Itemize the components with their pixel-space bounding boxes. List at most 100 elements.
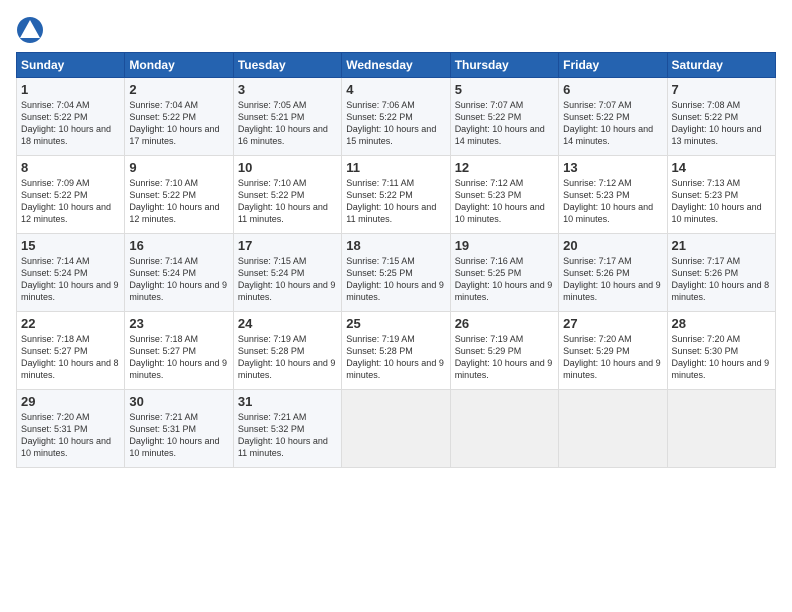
- empty-cell: [559, 390, 667, 468]
- day-number: 20: [563, 238, 662, 253]
- day-number: 4: [346, 82, 445, 97]
- day-info: Sunrise: 7:10 AMSunset: 5:22 PMDaylight:…: [238, 178, 328, 224]
- day-info: Sunrise: 7:04 AMSunset: 5:22 PMDaylight:…: [21, 100, 111, 146]
- day-cell: 3 Sunrise: 7:05 AMSunset: 5:21 PMDayligh…: [233, 78, 341, 156]
- day-info: Sunrise: 7:16 AMSunset: 5:25 PMDaylight:…: [455, 256, 553, 302]
- day-info: Sunrise: 7:18 AMSunset: 5:27 PMDaylight:…: [129, 334, 227, 380]
- day-cell: 14 Sunrise: 7:13 AMSunset: 5:23 PMDaylig…: [667, 156, 775, 234]
- header-row: Sunday Monday Tuesday Wednesday Thursday…: [17, 53, 776, 78]
- calendar-row: 1 Sunrise: 7:04 AMSunset: 5:22 PMDayligh…: [17, 78, 776, 156]
- calendar-body: 1 Sunrise: 7:04 AMSunset: 5:22 PMDayligh…: [17, 78, 776, 468]
- day-number: 12: [455, 160, 554, 175]
- day-info: Sunrise: 7:09 AMSunset: 5:22 PMDaylight:…: [21, 178, 111, 224]
- col-saturday: Saturday: [667, 53, 775, 78]
- calendar-row: 29 Sunrise: 7:20 AMSunset: 5:31 PMDaylig…: [17, 390, 776, 468]
- day-number: 16: [129, 238, 228, 253]
- day-number: 6: [563, 82, 662, 97]
- day-cell: 6 Sunrise: 7:07 AMSunset: 5:22 PMDayligh…: [559, 78, 667, 156]
- day-cell: 25 Sunrise: 7:19 AMSunset: 5:28 PMDaylig…: [342, 312, 450, 390]
- day-cell: 2 Sunrise: 7:04 AMSunset: 5:22 PMDayligh…: [125, 78, 233, 156]
- day-info: Sunrise: 7:04 AMSunset: 5:22 PMDaylight:…: [129, 100, 219, 146]
- day-cell: 4 Sunrise: 7:06 AMSunset: 5:22 PMDayligh…: [342, 78, 450, 156]
- col-friday: Friday: [559, 53, 667, 78]
- day-number: 17: [238, 238, 337, 253]
- day-info: Sunrise: 7:13 AMSunset: 5:23 PMDaylight:…: [672, 178, 762, 224]
- day-number: 18: [346, 238, 445, 253]
- day-cell: 8 Sunrise: 7:09 AMSunset: 5:22 PMDayligh…: [17, 156, 125, 234]
- day-number: 23: [129, 316, 228, 331]
- day-info: Sunrise: 7:20 AMSunset: 5:29 PMDaylight:…: [563, 334, 661, 380]
- day-number: 26: [455, 316, 554, 331]
- day-number: 24: [238, 316, 337, 331]
- day-cell: 5 Sunrise: 7:07 AMSunset: 5:22 PMDayligh…: [450, 78, 558, 156]
- day-cell: 19 Sunrise: 7:16 AMSunset: 5:25 PMDaylig…: [450, 234, 558, 312]
- day-number: 29: [21, 394, 120, 409]
- day-cell: 30 Sunrise: 7:21 AMSunset: 5:31 PMDaylig…: [125, 390, 233, 468]
- day-info: Sunrise: 7:19 AMSunset: 5:29 PMDaylight:…: [455, 334, 553, 380]
- day-info: Sunrise: 7:11 AMSunset: 5:22 PMDaylight:…: [346, 178, 436, 224]
- day-cell: 21 Sunrise: 7:17 AMSunset: 5:26 PMDaylig…: [667, 234, 775, 312]
- day-info: Sunrise: 7:07 AMSunset: 5:22 PMDaylight:…: [563, 100, 653, 146]
- page: Sunday Monday Tuesday Wednesday Thursday…: [0, 0, 792, 612]
- calendar-table: Sunday Monday Tuesday Wednesday Thursday…: [16, 52, 776, 468]
- day-cell: 28 Sunrise: 7:20 AMSunset: 5:30 PMDaylig…: [667, 312, 775, 390]
- day-number: 13: [563, 160, 662, 175]
- logo-icon: [16, 16, 44, 44]
- day-number: 22: [21, 316, 120, 331]
- day-number: 9: [129, 160, 228, 175]
- day-cell: 17 Sunrise: 7:15 AMSunset: 5:24 PMDaylig…: [233, 234, 341, 312]
- day-cell: 15 Sunrise: 7:14 AMSunset: 5:24 PMDaylig…: [17, 234, 125, 312]
- day-number: 5: [455, 82, 554, 97]
- day-info: Sunrise: 7:14 AMSunset: 5:24 PMDaylight:…: [21, 256, 119, 302]
- day-number: 14: [672, 160, 771, 175]
- day-cell: 22 Sunrise: 7:18 AMSunset: 5:27 PMDaylig…: [17, 312, 125, 390]
- calendar-row: 8 Sunrise: 7:09 AMSunset: 5:22 PMDayligh…: [17, 156, 776, 234]
- calendar-row: 22 Sunrise: 7:18 AMSunset: 5:27 PMDaylig…: [17, 312, 776, 390]
- empty-cell: [667, 390, 775, 468]
- day-info: Sunrise: 7:21 AMSunset: 5:31 PMDaylight:…: [129, 412, 219, 458]
- day-info: Sunrise: 7:12 AMSunset: 5:23 PMDaylight:…: [563, 178, 653, 224]
- calendar-row: 15 Sunrise: 7:14 AMSunset: 5:24 PMDaylig…: [17, 234, 776, 312]
- day-number: 19: [455, 238, 554, 253]
- day-cell: 10 Sunrise: 7:10 AMSunset: 5:22 PMDaylig…: [233, 156, 341, 234]
- logo: [16, 16, 48, 44]
- header: [16, 16, 776, 44]
- day-info: Sunrise: 7:18 AMSunset: 5:27 PMDaylight:…: [21, 334, 119, 380]
- day-cell: 11 Sunrise: 7:11 AMSunset: 5:22 PMDaylig…: [342, 156, 450, 234]
- day-number: 10: [238, 160, 337, 175]
- day-cell: 29 Sunrise: 7:20 AMSunset: 5:31 PMDaylig…: [17, 390, 125, 468]
- day-number: 30: [129, 394, 228, 409]
- day-number: 3: [238, 82, 337, 97]
- day-info: Sunrise: 7:17 AMSunset: 5:26 PMDaylight:…: [563, 256, 661, 302]
- day-number: 31: [238, 394, 337, 409]
- day-number: 7: [672, 82, 771, 97]
- day-info: Sunrise: 7:21 AMSunset: 5:32 PMDaylight:…: [238, 412, 328, 458]
- day-info: Sunrise: 7:15 AMSunset: 5:24 PMDaylight:…: [238, 256, 336, 302]
- day-cell: 24 Sunrise: 7:19 AMSunset: 5:28 PMDaylig…: [233, 312, 341, 390]
- empty-cell: [450, 390, 558, 468]
- col-sunday: Sunday: [17, 53, 125, 78]
- day-number: 15: [21, 238, 120, 253]
- day-info: Sunrise: 7:19 AMSunset: 5:28 PMDaylight:…: [346, 334, 444, 380]
- day-cell: 27 Sunrise: 7:20 AMSunset: 5:29 PMDaylig…: [559, 312, 667, 390]
- day-info: Sunrise: 7:20 AMSunset: 5:30 PMDaylight:…: [672, 334, 770, 380]
- day-cell: 26 Sunrise: 7:19 AMSunset: 5:29 PMDaylig…: [450, 312, 558, 390]
- day-cell: 23 Sunrise: 7:18 AMSunset: 5:27 PMDaylig…: [125, 312, 233, 390]
- day-cell: 7 Sunrise: 7:08 AMSunset: 5:22 PMDayligh…: [667, 78, 775, 156]
- day-number: 21: [672, 238, 771, 253]
- col-tuesday: Tuesday: [233, 53, 341, 78]
- day-number: 25: [346, 316, 445, 331]
- day-cell: 13 Sunrise: 7:12 AMSunset: 5:23 PMDaylig…: [559, 156, 667, 234]
- day-info: Sunrise: 7:14 AMSunset: 5:24 PMDaylight:…: [129, 256, 227, 302]
- col-thursday: Thursday: [450, 53, 558, 78]
- day-info: Sunrise: 7:06 AMSunset: 5:22 PMDaylight:…: [346, 100, 436, 146]
- day-number: 2: [129, 82, 228, 97]
- day-number: 28: [672, 316, 771, 331]
- day-cell: 20 Sunrise: 7:17 AMSunset: 5:26 PMDaylig…: [559, 234, 667, 312]
- day-info: Sunrise: 7:10 AMSunset: 5:22 PMDaylight:…: [129, 178, 219, 224]
- day-number: 27: [563, 316, 662, 331]
- day-cell: 12 Sunrise: 7:12 AMSunset: 5:23 PMDaylig…: [450, 156, 558, 234]
- empty-cell: [342, 390, 450, 468]
- day-cell: 18 Sunrise: 7:15 AMSunset: 5:25 PMDaylig…: [342, 234, 450, 312]
- day-cell: 9 Sunrise: 7:10 AMSunset: 5:22 PMDayligh…: [125, 156, 233, 234]
